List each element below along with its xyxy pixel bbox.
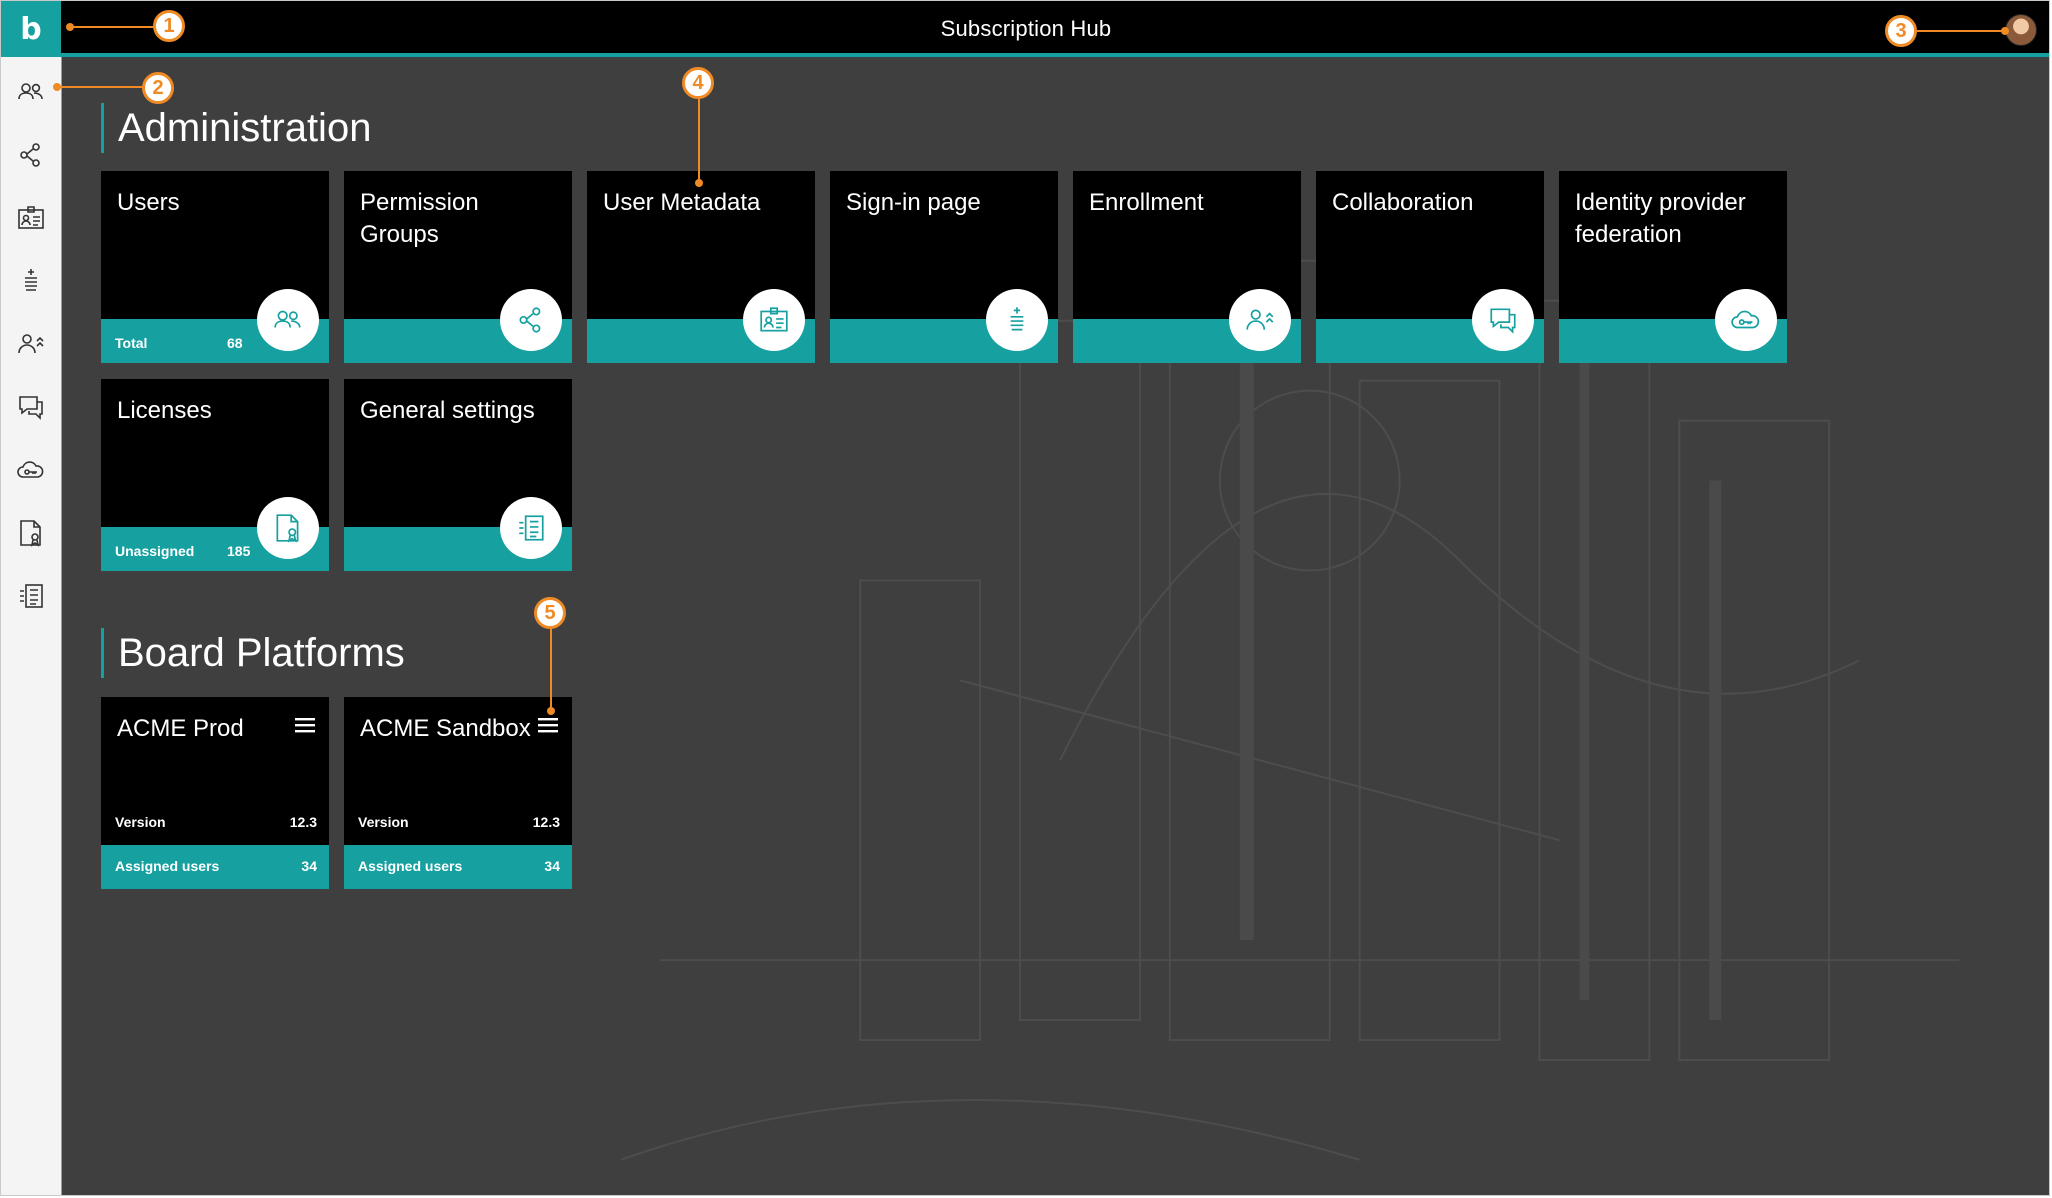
platform-name: ACME Prod [117,715,244,742]
callout-leader-line [1917,30,2005,32]
callout-pointer-dot [2001,27,2009,35]
sidebar-item-permission-groups[interactable] [1,130,61,180]
tile-users[interactable]: Users Total 68 [101,171,329,363]
tile-collaboration[interactable]: Collaboration [1316,171,1544,363]
tile-icon-circle [257,497,319,559]
tile-sign-in-page[interactable]: Sign-in page [830,171,1058,363]
tile-icon-circle [500,289,562,351]
tile-title: User Metadata [603,189,761,216]
permission-groups-icon [519,307,541,333]
tile-icon-circle [986,289,1048,351]
hamburger-menu-icon[interactable] [538,717,558,733]
version-label: Version [115,814,166,830]
callout-leader-line [70,26,154,28]
identity-federation-icon [1731,310,1760,329]
platform-users-row: Assigned users 34 [344,845,572,889]
section-title-board-platforms: Board Platforms [101,628,405,678]
top-bar: b Subscription Hub [1,1,2049,57]
tile-enrollment[interactable]: Enrollment [1073,171,1301,363]
enrollment-icon [1246,309,1274,330]
user-metadata-icon [760,307,788,332]
tile-title: Identity provider federation [1575,189,1746,248]
callout-marker: 3 [1885,15,1917,47]
sign-in-page-icon [1010,307,1024,331]
sidebar-item-user-metadata[interactable] [1,193,61,243]
tile-title: Enrollment [1089,189,1204,216]
tile-icon-circle [500,497,562,559]
collaboration-icon [19,396,43,420]
sign-in-page-icon [25,269,37,291]
assigned-users-label: Assigned users [115,858,220,874]
licenses-icon [276,514,299,543]
tile-general-settings[interactable]: General settings [344,379,572,571]
general-settings-icon [20,584,43,608]
callout-marker: 4 [682,67,714,99]
identity-federation-icon [17,461,44,478]
callout-leader-line [698,99,700,183]
enrollment-icon [18,334,44,354]
general-settings-icon [519,515,544,541]
tile-footer-label: Unassigned [115,543,195,559]
tile-icon-circle [257,289,319,351]
user-avatar[interactable] [2005,14,2037,46]
sidebar-item-sign-in-page[interactable] [1,256,61,306]
callout-marker: 1 [153,10,185,42]
sidebar-item-users[interactable] [1,67,61,117]
collaboration-icon [1490,308,1516,334]
assigned-users-value: 34 [301,858,317,874]
sidebar-item-licenses[interactable] [1,508,61,558]
callout-leader-line [550,629,552,711]
assigned-users-value: 34 [544,858,560,874]
sidebar-item-enrollment[interactable] [1,319,61,369]
tile-user-metadata[interactable]: User Metadata [587,171,815,363]
app-window: b Subscription Hub Administration Users … [0,0,2050,1196]
sidebar [1,57,62,1195]
users-icon [274,310,301,328]
users-icon [18,83,43,100]
section-title-administration: Administration [101,103,371,153]
app-title: Subscription Hub [940,16,1112,41]
tile-icon-circle [743,289,805,351]
tile-icon-circle [1472,289,1534,351]
callout-marker: 5 [534,597,566,629]
tile-licenses[interactable]: Licenses Unassigned 185 [101,379,329,571]
licenses-icon [20,520,41,547]
sidebar-item-collaboration[interactable] [1,382,61,432]
version-value: 12.3 [532,814,560,830]
tile-permission-groups[interactable]: Permission Groups [344,171,572,363]
callout-marker: 2 [142,72,174,104]
tile-title: Sign-in page [846,189,981,216]
assigned-users-label: Assigned users [358,858,463,874]
tile-title: General settings [360,397,535,424]
tile-title: Permission Groups [360,189,479,248]
platform-tile-acme-prod[interactable]: ACME Prod Version 12.3 Assigned users 34 [101,697,329,889]
platform-version-row: Version 12.3 [344,801,572,845]
version-value: 12.3 [289,814,317,830]
user-metadata-icon [18,206,44,229]
platform-name: ACME Sandbox [360,715,531,742]
version-label: Version [358,814,409,830]
tile-title: Users [117,189,180,216]
platform-tile-acme-sandbox[interactable]: ACME Sandbox Version 12.3 Assigned users… [344,697,572,889]
sidebar-item-general-settings[interactable] [1,571,61,621]
sidebar-item-identity-federation[interactable] [1,445,61,495]
tile-footer-value: 185 [227,543,251,559]
callout-pointer-dot [695,179,703,187]
tile-footer-value: 68 [227,335,243,351]
tile-footer-label: Total [115,335,148,351]
platform-users-row: Assigned users 34 [101,845,329,889]
tile-icon-circle [1715,289,1777,351]
tile-title: Licenses [117,397,212,424]
hamburger-menu-icon[interactable] [295,717,315,733]
tile-title: Collaboration [1332,189,1474,216]
callout-pointer-dot [547,707,555,715]
platform-version-row: Version 12.3 [101,801,329,845]
tile-identity-provider-federation[interactable]: Identity provider federation [1559,171,1787,363]
permission-groups-icon [20,143,40,167]
tile-icon-circle [1229,289,1291,351]
callout-leader-line [57,86,143,88]
